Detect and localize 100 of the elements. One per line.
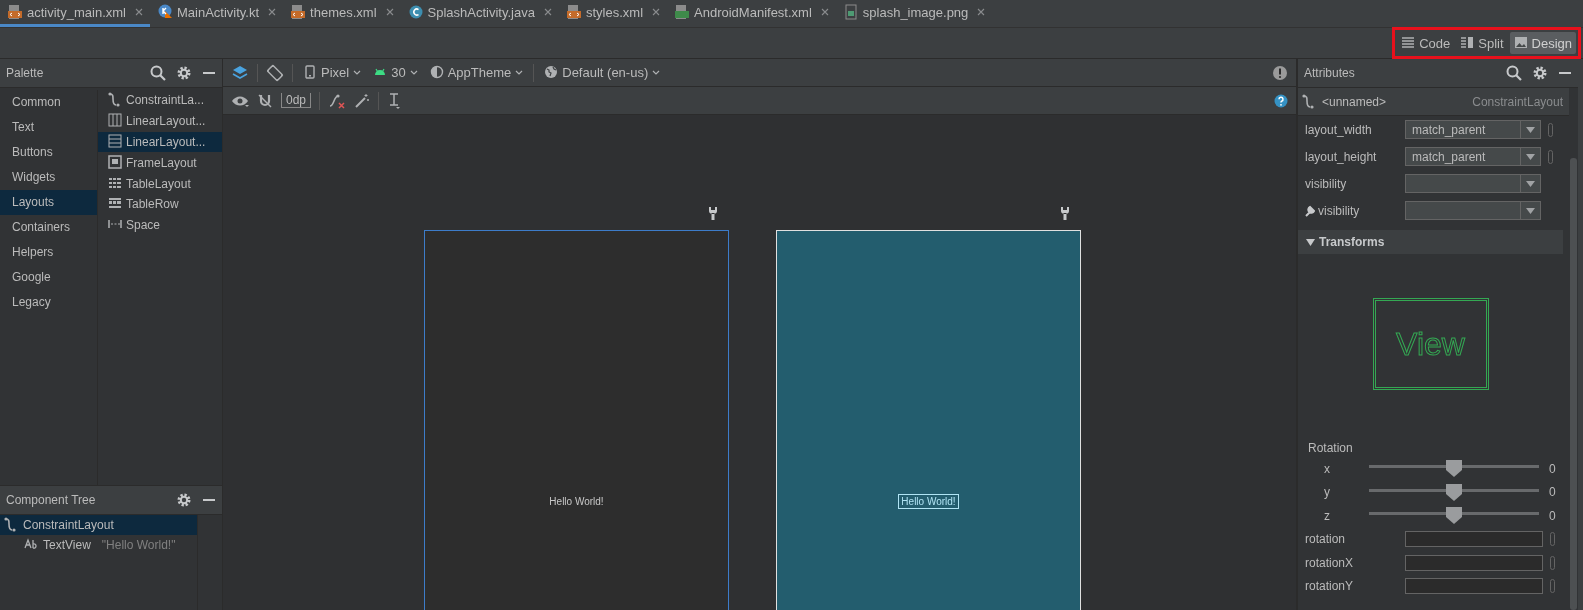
theme-icon bbox=[429, 64, 444, 81]
toolbar-dropdown[interactable]: Default (en-us) bbox=[542, 64, 663, 81]
toolbar-dropdown[interactable]: 30 bbox=[371, 64, 420, 81]
wrench-icon[interactable] bbox=[1060, 206, 1070, 220]
editor-tab[interactable]: themes.xml bbox=[283, 0, 401, 27]
category-item[interactable]: Widgets bbox=[0, 165, 97, 190]
attribute-label: layout_height bbox=[1305, 149, 1378, 164]
slider-value: 0 bbox=[1549, 461, 1556, 476]
clear-constraints-icon[interactable] bbox=[328, 92, 347, 109]
category-item[interactable]: Common bbox=[0, 90, 97, 115]
close-icon[interactable] bbox=[134, 8, 143, 16]
magnet-off-icon[interactable] bbox=[257, 92, 273, 109]
attribute-label: layout_width bbox=[1305, 122, 1373, 137]
view-mode-button[interactable]: Design bbox=[1509, 32, 1576, 54]
palette-item[interactable]: FrameLayout bbox=[98, 152, 222, 174]
view-mode-button[interactable]: Split bbox=[1456, 32, 1508, 54]
tree-item[interactable]: TextView "Hello World!" bbox=[0, 535, 197, 555]
close-icon[interactable] bbox=[977, 8, 986, 16]
category-item[interactable]: Buttons bbox=[0, 140, 97, 165]
kotlin-file-icon bbox=[157, 4, 172, 20]
magic-wand-icon[interactable] bbox=[354, 92, 371, 109]
file-icon bbox=[8, 4, 22, 20]
caret-icon bbox=[652, 69, 661, 76]
baseline-icon[interactable] bbox=[387, 91, 402, 110]
close-icon[interactable] bbox=[385, 8, 394, 16]
file-icon bbox=[291, 4, 306, 20]
search-icon[interactable] bbox=[150, 65, 166, 81]
category-item[interactable]: Helpers bbox=[0, 240, 97, 265]
constraint-icon bbox=[4, 517, 18, 533]
close-icon[interactable] bbox=[268, 8, 277, 16]
category-item[interactable]: Containers bbox=[0, 215, 97, 240]
columns-icon bbox=[108, 113, 122, 130]
palette-item[interactable]: LinearLayout... bbox=[98, 110, 222, 132]
view-mode-button[interactable]: Code bbox=[1397, 32, 1455, 54]
palette-item[interactable]: ConstraintLa... bbox=[98, 90, 222, 111]
warning-icon[interactable] bbox=[1272, 64, 1288, 81]
category-item[interactable]: Google bbox=[0, 265, 97, 290]
slider-thumb[interactable] bbox=[1445, 483, 1463, 501]
panel-title: Component Tree bbox=[6, 493, 96, 507]
text-field[interactable] bbox=[1405, 578, 1543, 595]
text-field[interactable] bbox=[1405, 554, 1543, 571]
section-header[interactable]: Transforms bbox=[1298, 230, 1563, 254]
hello-text[interactable]: Hello World! bbox=[898, 493, 959, 509]
hello-text[interactable]: Hello World! bbox=[549, 495, 604, 507]
palette-item[interactable]: Space bbox=[98, 214, 222, 236]
attribute-dropdown[interactable]: match_parent bbox=[1405, 120, 1541, 139]
wrench-icon[interactable] bbox=[708, 206, 718, 220]
attribute-label: visibility bbox=[1305, 203, 1405, 218]
palette-item[interactable]: TableRow bbox=[98, 194, 222, 215]
editor-tab[interactable]: MainActivity.kt bbox=[149, 0, 284, 27]
attribute-dropdown[interactable]: match_parent bbox=[1405, 147, 1541, 166]
attribute-label: visibility bbox=[1305, 176, 1348, 191]
slider-thumb[interactable] bbox=[1445, 460, 1463, 478]
close-icon[interactable] bbox=[820, 8, 829, 16]
palette-item[interactable]: TableLayout bbox=[98, 173, 222, 194]
palette-item[interactable]: LinearLayout... bbox=[98, 131, 222, 153]
caret-icon bbox=[353, 69, 362, 76]
panel-title: Palette bbox=[6, 66, 44, 80]
settings-icon[interactable] bbox=[1532, 65, 1548, 81]
category-item[interactable]: Text bbox=[0, 115, 97, 140]
tree-item[interactable]: ConstraintLayout bbox=[0, 515, 197, 535]
panel-title: Attributes bbox=[1304, 66, 1355, 80]
dropdown-arrow-icon bbox=[1526, 180, 1535, 187]
search-icon[interactable] bbox=[1506, 65, 1522, 81]
dropdown-arrow-icon bbox=[1526, 153, 1535, 160]
text-field[interactable] bbox=[1405, 531, 1543, 548]
globe-icon bbox=[544, 64, 559, 81]
component-type: ConstraintLayout bbox=[1472, 94, 1564, 109]
section-label: Rotation bbox=[1307, 441, 1354, 457]
category-item[interactable]: Layouts bbox=[0, 190, 97, 215]
frame-icon bbox=[108, 154, 122, 171]
dropdown-arrow-icon bbox=[1526, 207, 1535, 214]
toolbar-dropdown[interactable]: AppTheme bbox=[427, 64, 526, 81]
phone-icon bbox=[303, 64, 317, 81]
axis-label: z bbox=[1324, 508, 1331, 523]
layers-icon[interactable] bbox=[231, 63, 249, 82]
dropdown-arrow-icon bbox=[1526, 126, 1535, 133]
category-item[interactable]: Legacy bbox=[0, 290, 97, 315]
toolbar-dropdown[interactable]: Pixel bbox=[301, 64, 364, 81]
axis-label: y bbox=[1324, 485, 1331, 500]
editor-tab[interactable]: AndroidManifest.xml bbox=[667, 0, 836, 27]
caret-icon bbox=[409, 69, 418, 76]
constraint-icon bbox=[108, 92, 122, 109]
scrollbar[interactable] bbox=[1570, 158, 1577, 610]
view-preview: View bbox=[1372, 298, 1489, 390]
close-icon[interactable] bbox=[652, 8, 661, 16]
settings-icon[interactable] bbox=[176, 492, 192, 508]
slider-value: 0 bbox=[1549, 485, 1556, 500]
class-icon bbox=[408, 4, 423, 20]
close-icon[interactable] bbox=[543, 8, 552, 16]
component-name: <unnamed> bbox=[1322, 94, 1388, 109]
margin-field[interactable]: 0dp bbox=[281, 93, 312, 108]
slider-thumb[interactable] bbox=[1445, 507, 1463, 525]
editor-tab[interactable]: styles.xml bbox=[558, 0, 668, 27]
editor-tab[interactable]: splash_image.png bbox=[835, 0, 993, 27]
settings-icon[interactable] bbox=[176, 65, 192, 81]
help-icon[interactable] bbox=[1274, 93, 1288, 108]
editor-tab[interactable]: SplashActivity.java bbox=[400, 0, 559, 27]
rotate-icon[interactable] bbox=[266, 63, 284, 82]
split-icon bbox=[1460, 35, 1475, 51]
